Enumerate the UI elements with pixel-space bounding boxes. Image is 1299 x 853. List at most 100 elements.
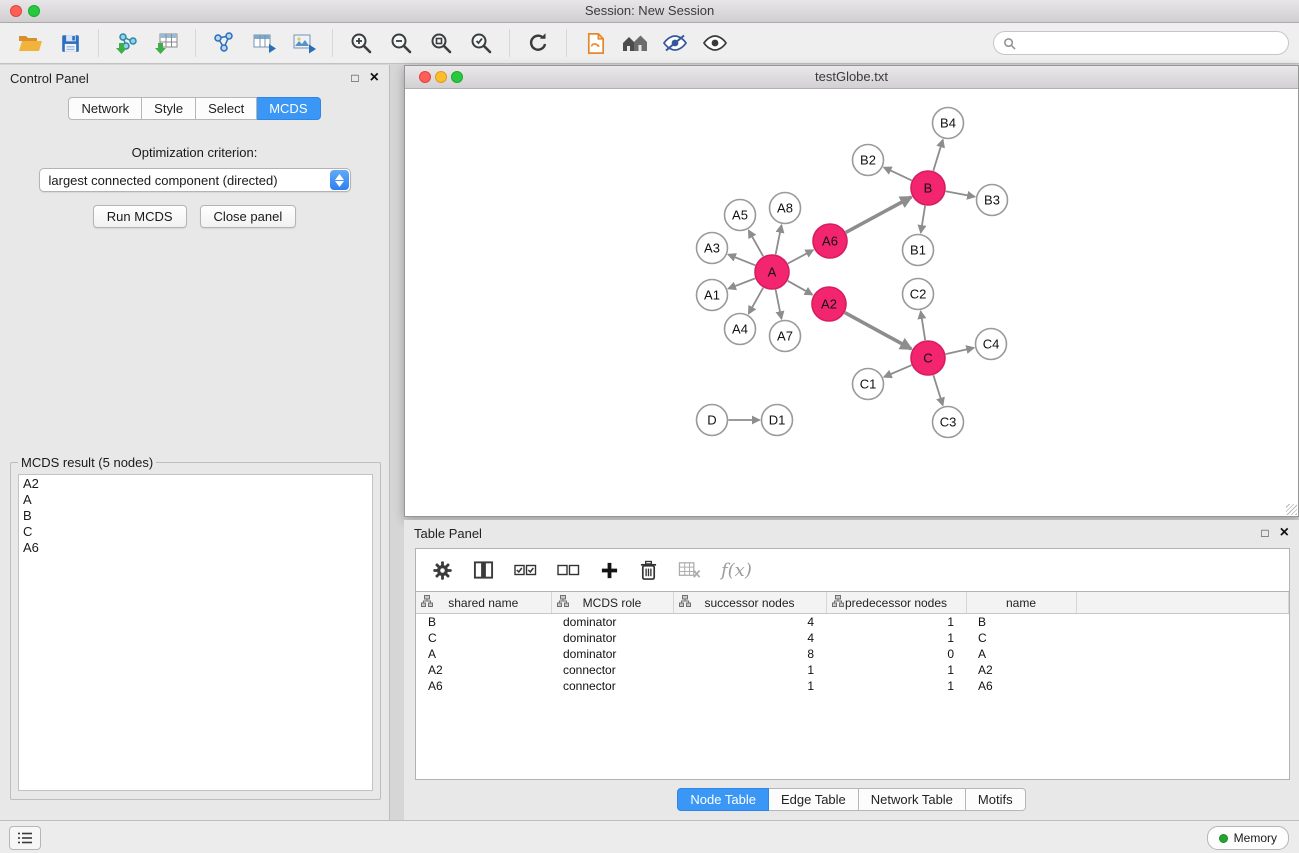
mcds-result-item[interactable]: C xyxy=(23,524,368,540)
table-tab-network-table[interactable]: Network Table xyxy=(859,788,966,811)
column-header-predecessor-nodes[interactable]: predecessor nodes xyxy=(826,592,966,614)
graph-node-A4[interactable]: A4 xyxy=(725,314,756,345)
table-cell[interactable]: C xyxy=(966,630,1076,646)
graph-node-C2[interactable]: C2 xyxy=(903,279,934,310)
mcds-result-item[interactable]: A2 xyxy=(23,476,368,492)
close-table-panel-icon[interactable]: × xyxy=(1280,525,1289,541)
table-cell[interactable]: 0 xyxy=(826,646,966,662)
table-cell[interactable]: A2 xyxy=(966,662,1076,678)
table-cell[interactable]: dominator xyxy=(551,614,673,631)
import-table-from-file-icon[interactable] xyxy=(147,26,187,60)
graph-edge-A-A3[interactable] xyxy=(728,255,755,266)
network-from-table-icon[interactable] xyxy=(244,26,284,60)
table-cell[interactable]: 1 xyxy=(673,678,826,694)
graph-node-B3[interactable]: B3 xyxy=(977,185,1008,216)
table-cell[interactable]: 1 xyxy=(673,662,826,678)
table-cell[interactable]: 1 xyxy=(826,614,966,631)
show-graphics-details-icon[interactable] xyxy=(695,26,735,60)
panel-selector-button[interactable] xyxy=(9,826,41,850)
table-cell[interactable]: A2 xyxy=(416,662,551,678)
graph-edge-C-C4[interactable] xyxy=(946,348,974,354)
graph-node-D1[interactable]: D1 xyxy=(762,405,793,436)
mcds-result-item[interactable]: A6 xyxy=(23,540,368,556)
graph-node-A6[interactable]: A6 xyxy=(813,224,847,258)
run-mcds-button[interactable]: Run MCDS xyxy=(93,205,187,228)
table-tab-motifs[interactable]: Motifs xyxy=(966,788,1026,811)
graph-node-A8[interactable]: A8 xyxy=(770,193,801,224)
table-cell[interactable]: 1 xyxy=(826,630,966,646)
table-row[interactable]: Cdominator41C xyxy=(416,630,1289,646)
graph-node-A3[interactable]: A3 xyxy=(697,233,728,264)
table-cell[interactable]: 8 xyxy=(673,646,826,662)
table-cell[interactable]: C xyxy=(416,630,551,646)
graph-edge-A-A5[interactable] xyxy=(749,230,764,256)
graph-node-A7[interactable]: A7 xyxy=(770,321,801,352)
graph-node-B[interactable]: B xyxy=(911,171,945,205)
graph-edge-B-B2[interactable] xyxy=(884,167,912,180)
zoom-out-icon[interactable] xyxy=(381,26,421,60)
table-cell[interactable]: connector xyxy=(551,678,673,694)
graph-edge-C-C2[interactable] xyxy=(921,311,926,340)
graph-edge-A-A8[interactable] xyxy=(776,225,782,254)
graph-node-A[interactable]: A xyxy=(755,255,789,289)
table-row[interactable]: A2connector11A2 xyxy=(416,662,1289,678)
clone-network-icon[interactable] xyxy=(204,26,244,60)
graph-edge-A-A1[interactable] xyxy=(728,278,755,288)
control-tab-network[interactable]: Network xyxy=(68,97,142,120)
zoom-in-icon[interactable] xyxy=(341,26,381,60)
control-tab-mcds[interactable]: MCDS xyxy=(257,97,320,120)
mcds-result-item[interactable]: B xyxy=(23,508,368,524)
float-table-panel-icon[interactable]: □ xyxy=(1261,527,1268,539)
deselect-all-icon[interactable] xyxy=(557,562,580,578)
table-cell[interactable]: A xyxy=(416,646,551,662)
close-panel-icon[interactable]: × xyxy=(370,70,379,86)
column-header-shared-name[interactable]: shared name xyxy=(416,592,551,614)
mcds-result-item[interactable]: A xyxy=(23,492,368,508)
graph-node-C[interactable]: C xyxy=(911,341,945,375)
table-cell[interactable]: A6 xyxy=(966,678,1076,694)
float-panel-icon[interactable]: □ xyxy=(351,72,358,84)
clear-table-icon[interactable] xyxy=(678,561,701,579)
table-cell[interactable]: 4 xyxy=(673,614,826,631)
graph-node-C4[interactable]: C4 xyxy=(976,329,1007,360)
window-resize-grip[interactable] xyxy=(1286,504,1297,515)
table-cell[interactable]: 1 xyxy=(826,678,966,694)
table-tab-edge-table[interactable]: Edge Table xyxy=(769,788,859,811)
column-header-successor-nodes[interactable]: successor nodes xyxy=(673,592,826,614)
table-cell[interactable]: B xyxy=(416,614,551,631)
settings-gear-icon[interactable] xyxy=(432,560,453,581)
graph-edge-A-A4[interactable] xyxy=(749,288,764,314)
zoom-selected-icon[interactable] xyxy=(461,26,501,60)
save-session-icon[interactable] xyxy=(50,26,90,60)
graph-node-D[interactable]: D xyxy=(697,405,728,436)
graph-edge-B-B1[interactable] xyxy=(921,206,925,233)
column-chooser-icon[interactable] xyxy=(473,560,494,580)
table-cell[interactable]: B xyxy=(966,614,1076,631)
table-cell[interactable]: dominator xyxy=(551,630,673,646)
graph-edge-A6-B[interactable] xyxy=(846,197,912,232)
home-view-icon[interactable] xyxy=(615,26,655,60)
column-header-name[interactable]: name xyxy=(966,592,1076,614)
optimization-criterion-dropdown[interactable]: largest connected component (directed) xyxy=(39,168,351,192)
table-cell[interactable]: A6 xyxy=(416,678,551,694)
graph-node-C1[interactable]: C1 xyxy=(853,369,884,400)
delete-row-icon[interactable] xyxy=(639,560,658,581)
table-row[interactable]: A6connector11A6 xyxy=(416,678,1289,694)
open-session-file-icon[interactable] xyxy=(575,26,615,60)
table-cell[interactable]: connector xyxy=(551,662,673,678)
mcds-result-list[interactable]: A2ABCA6 xyxy=(18,474,373,791)
import-network-from-file-icon[interactable] xyxy=(107,26,147,60)
table-cell[interactable]: 4 xyxy=(673,630,826,646)
network-graph[interactable]: B4B2BB3A5A8A6B1A3AC2A1A2A4A7C4CC1C3DD1 xyxy=(405,89,1298,516)
table-cell[interactable]: dominator xyxy=(551,646,673,662)
control-tab-style[interactable]: Style xyxy=(142,97,196,120)
graph-edge-C-C3[interactable] xyxy=(933,375,942,405)
graph-edge-A2-C[interactable] xyxy=(845,313,912,349)
select-all-icon[interactable] xyxy=(514,562,537,578)
table-row[interactable]: Bdominator41B xyxy=(416,614,1289,631)
table-row[interactable]: Adominator80A xyxy=(416,646,1289,662)
graph-edge-A-A2[interactable] xyxy=(788,281,813,295)
graph-node-B4[interactable]: B4 xyxy=(933,108,964,139)
export-image-icon[interactable] xyxy=(284,26,324,60)
refresh-icon[interactable] xyxy=(518,26,558,60)
